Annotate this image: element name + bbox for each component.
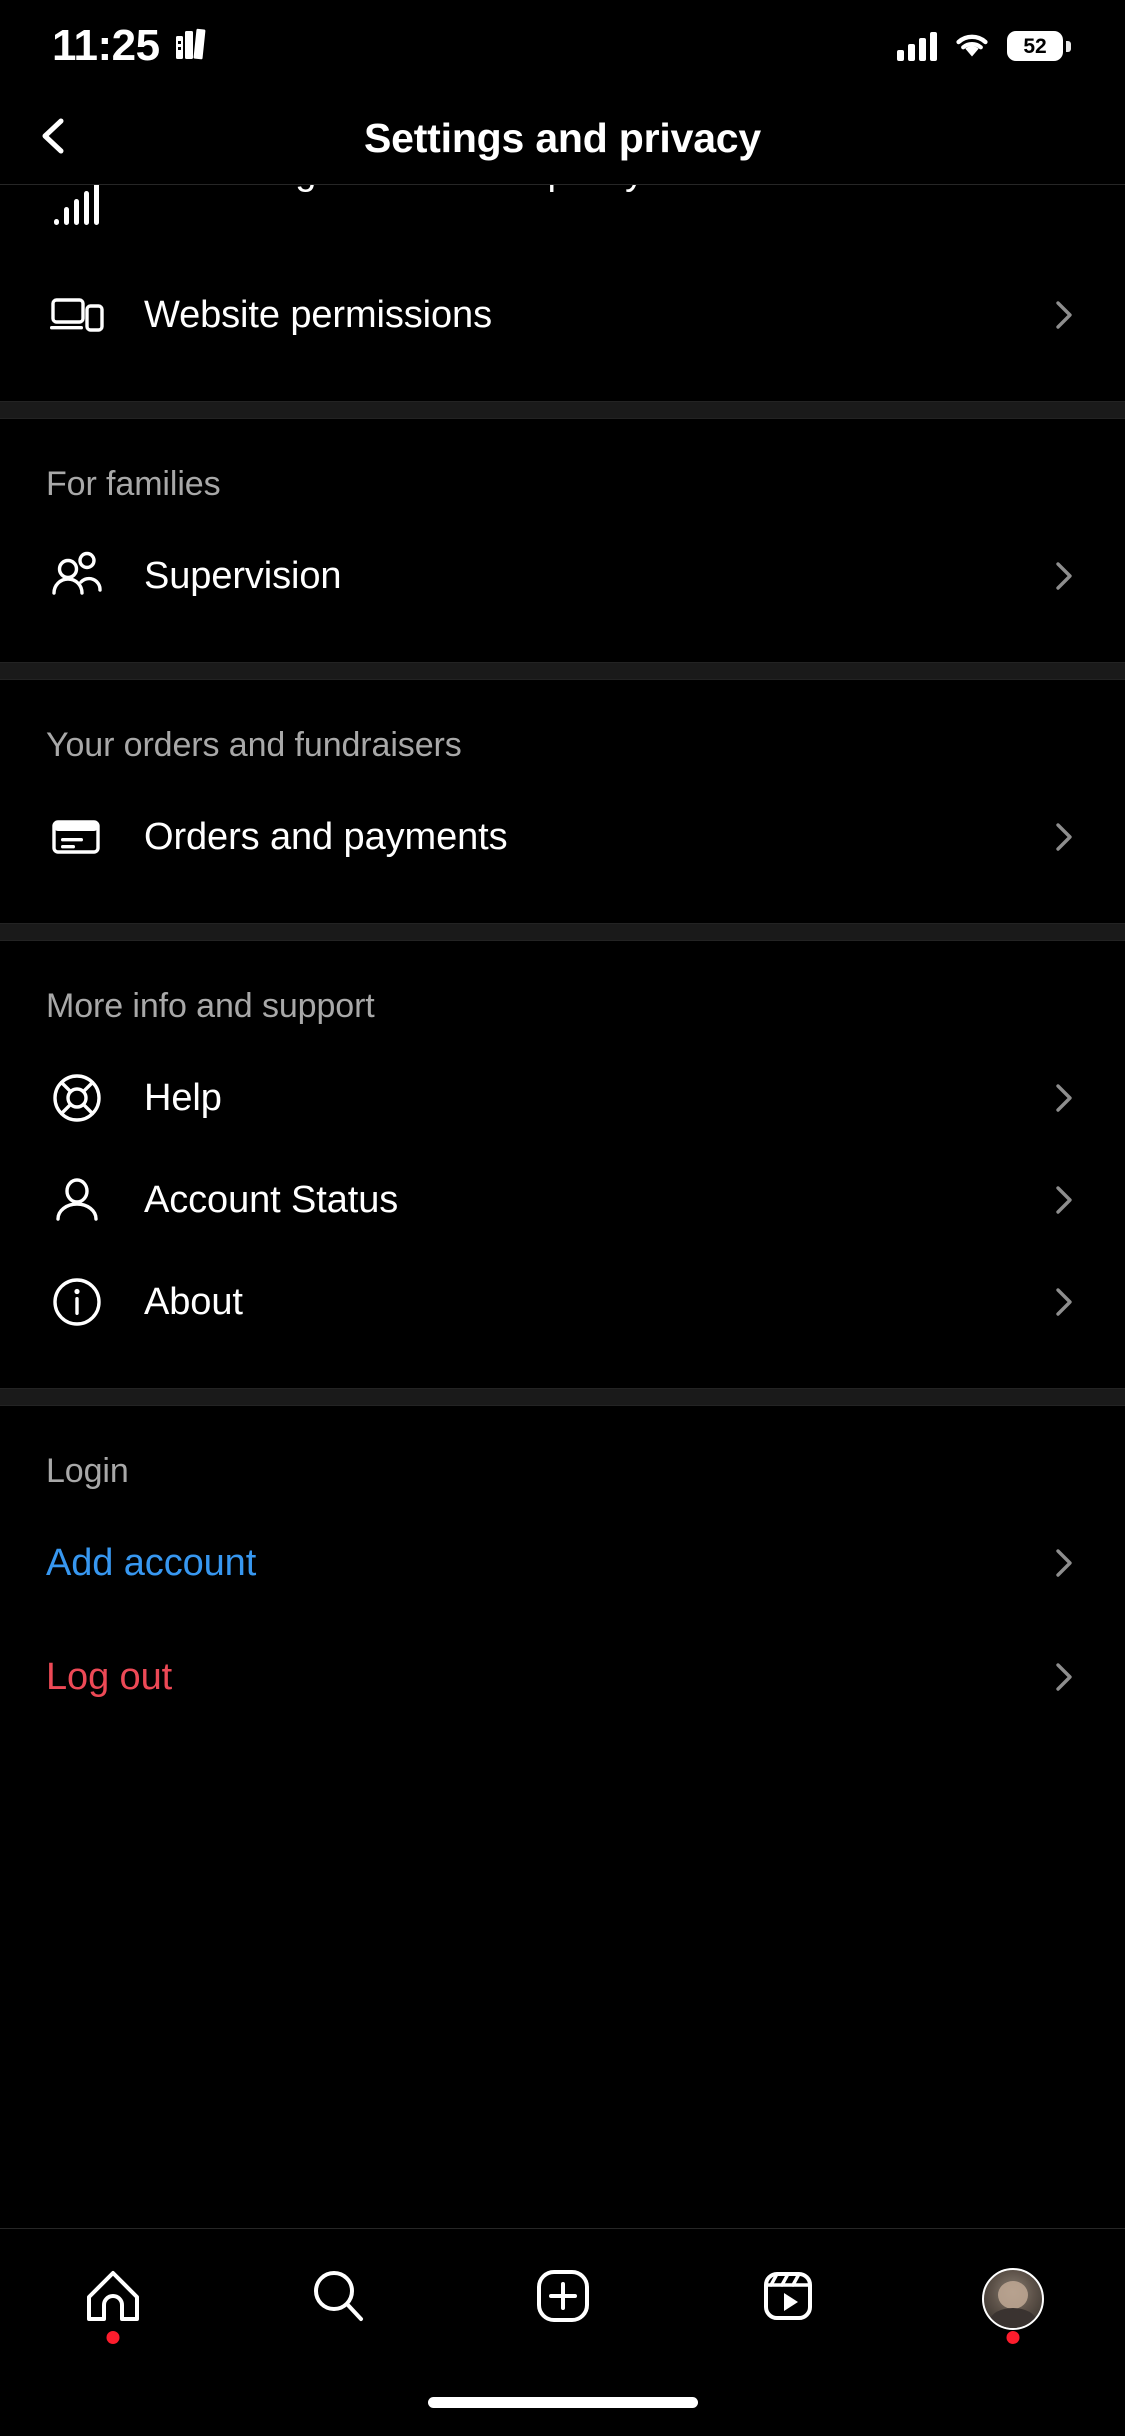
list-item-orders-and-payments[interactable]: Orders and payments bbox=[0, 791, 1125, 883]
chevron-left-icon bbox=[32, 114, 76, 163]
list-item-about[interactable]: About bbox=[0, 1256, 1125, 1348]
list-item-data-usage[interactable]: Data usage and media quality bbox=[0, 185, 1125, 229]
avatar bbox=[981, 2267, 1044, 2330]
app-screen: 11:25 52 Settings and privacy Website pe… bbox=[0, 0, 1125, 2436]
list-item-label: Supervision bbox=[144, 554, 342, 597]
devices-icon bbox=[46, 284, 108, 346]
list-item-label: Orders and payments bbox=[144, 815, 508, 858]
receipt-box-icon bbox=[46, 806, 108, 868]
chevron-right-icon bbox=[1043, 1282, 1083, 1322]
chevron-right-icon bbox=[1043, 1078, 1083, 1118]
info-circle-icon bbox=[46, 1271, 108, 1333]
section-divider bbox=[0, 923, 1125, 941]
section-divider bbox=[0, 401, 1125, 419]
profile-badge-dot bbox=[1006, 2331, 1019, 2344]
list-item-log-out[interactable]: Log out bbox=[0, 1631, 1125, 1723]
status-bar-left: 11:25 bbox=[52, 24, 208, 68]
data-usage-bars-icon bbox=[46, 185, 108, 229]
chevron-right-icon bbox=[1043, 295, 1083, 335]
list-item-website-permissions[interactable]: Website permissions bbox=[0, 269, 1125, 361]
section-divider bbox=[0, 1388, 1125, 1406]
chevron-right-icon bbox=[1043, 556, 1083, 596]
section-heading-login: Login bbox=[46, 1452, 129, 1490]
list-item-label: Add account bbox=[46, 1541, 257, 1584]
search-icon bbox=[306, 2264, 370, 2333]
list-item-supervision[interactable]: Supervision bbox=[0, 530, 1125, 622]
chevron-right-icon bbox=[1043, 1657, 1083, 1697]
chevron-right-icon bbox=[1043, 1180, 1083, 1220]
chevron-right-icon bbox=[1043, 185, 1083, 191]
tab-search[interactable] bbox=[225, 2229, 450, 2368]
list-item-label: Help bbox=[144, 1076, 222, 1119]
home-indicator-area bbox=[0, 2368, 1125, 2436]
list-item-label: Data usage and media quality bbox=[144, 185, 1043, 194]
tab-reels[interactable] bbox=[675, 2229, 900, 2368]
tab-profile[interactable] bbox=[900, 2229, 1125, 2368]
people-icon bbox=[46, 545, 108, 607]
tab-create[interactable] bbox=[450, 2229, 675, 2368]
reels-icon bbox=[756, 2264, 820, 2333]
battery-icon: 52 bbox=[1007, 31, 1071, 61]
list-item-label: Log out bbox=[46, 1655, 173, 1698]
page-header: Settings and privacy bbox=[0, 92, 1125, 184]
page-title: Settings and privacy bbox=[363, 114, 761, 161]
list-item-label: About bbox=[144, 1280, 243, 1323]
home-indicator[interactable] bbox=[427, 2396, 698, 2408]
home-icon bbox=[81, 2264, 145, 2333]
chevron-right-icon bbox=[1043, 817, 1083, 857]
back-button[interactable] bbox=[14, 98, 94, 178]
tab-home[interactable] bbox=[0, 2229, 225, 2368]
battery-level: 52 bbox=[1023, 34, 1047, 58]
section-heading-for-families: For families bbox=[46, 465, 221, 503]
section-heading-more-info: More info and support bbox=[46, 987, 375, 1025]
settings-list[interactable]: Data usage and media quality Website per… bbox=[0, 184, 1125, 2228]
status-bar-right: 52 bbox=[897, 29, 1071, 64]
lifebuoy-icon bbox=[46, 1067, 108, 1129]
chevron-right-icon bbox=[1043, 1543, 1083, 1583]
wifi-icon bbox=[953, 29, 991, 64]
books-icon bbox=[174, 27, 208, 66]
bottom-tab-bar bbox=[0, 2228, 1125, 2368]
list-item-account-status[interactable]: Account Status bbox=[0, 1154, 1125, 1246]
person-icon bbox=[46, 1169, 108, 1231]
home-badge-dot bbox=[106, 2331, 119, 2344]
plus-square-icon bbox=[531, 2264, 595, 2333]
section-divider bbox=[0, 662, 1125, 680]
section-heading-orders: Your orders and fundraisers bbox=[46, 726, 462, 764]
status-bar: 11:25 52 bbox=[0, 0, 1125, 92]
status-bar-time: 11:25 bbox=[52, 21, 160, 70]
cellular-signal-icon bbox=[897, 31, 937, 61]
list-item-label: Account Status bbox=[144, 1178, 399, 1221]
list-item-label: Website permissions bbox=[144, 293, 492, 336]
list-item-add-account[interactable]: Add account bbox=[0, 1517, 1125, 1609]
list-item-help[interactable]: Help bbox=[0, 1052, 1125, 1144]
